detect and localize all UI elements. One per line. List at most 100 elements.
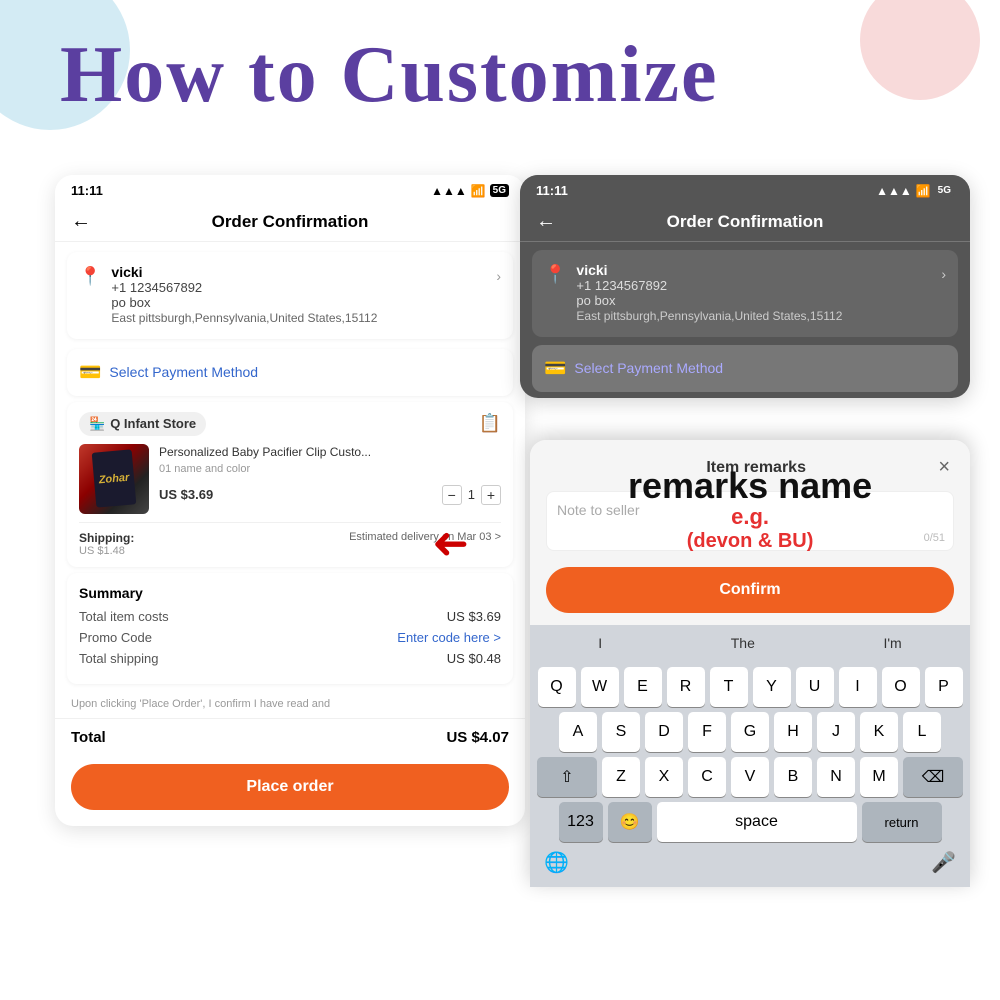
key-o[interactable]: O xyxy=(882,667,920,707)
address-box-right: po box xyxy=(576,293,931,308)
key-p[interactable]: P xyxy=(925,667,963,707)
shipping-cost: US $1.48 xyxy=(79,545,134,557)
key-v[interactable]: V xyxy=(731,757,769,797)
key-l[interactable]: L xyxy=(903,712,941,752)
promo-label: Promo Code xyxy=(79,630,152,645)
key-s[interactable]: S xyxy=(602,712,640,752)
key-backspace[interactable]: ⌫ xyxy=(903,757,963,797)
payment-section-right[interactable]: 💳 Select Payment Method xyxy=(532,345,958,392)
product-info: Personalized Baby Pacifier Clip Custo...… xyxy=(159,444,501,505)
shipping-total-label: Total shipping xyxy=(79,651,159,666)
item-costs-value: US $3.69 xyxy=(447,609,501,624)
wifi-icon: 📶 xyxy=(471,184,486,198)
red-arrow: ➜ xyxy=(432,518,469,569)
shipping-estimate: Estimated delivery on Mar 03 > xyxy=(349,531,501,557)
keyboard-row-2: A S D F G H J K L xyxy=(534,712,966,752)
key-h[interactable]: H xyxy=(774,712,812,752)
summary-section: Summary Total item costs US $3.69 Promo … xyxy=(67,573,513,684)
address-section-left[interactable]: 📍 vicki +1 1234567892 po box East pittsb… xyxy=(67,252,513,339)
promo-value[interactable]: Enter code here > xyxy=(397,630,501,645)
payment-label-right: Select Payment Method xyxy=(574,360,723,376)
keyboard-globe-row: 🌐 🎤 xyxy=(534,846,966,881)
globe-icon[interactable]: 🌐 xyxy=(544,850,569,875)
total-row: Total US $4.07 xyxy=(55,718,525,756)
5g-icon-right: 5G xyxy=(935,184,954,197)
key-c[interactable]: C xyxy=(688,757,726,797)
address-info-left: vicki +1 1234567892 po box East pittsbur… xyxy=(111,264,486,327)
page-title: How to Customize xyxy=(60,30,719,121)
nav-title-left: Order Confirmation xyxy=(91,212,489,232)
total-label: Total xyxy=(71,729,106,746)
total-value: US $4.07 xyxy=(446,729,509,746)
key-j[interactable]: J xyxy=(817,712,855,752)
address-chevron-right: › xyxy=(941,266,946,282)
address-name-right: vicki xyxy=(576,262,931,278)
suggestion-im[interactable]: I'm xyxy=(871,631,913,655)
key-w[interactable]: W xyxy=(581,667,619,707)
key-f[interactable]: F xyxy=(688,712,726,752)
microphone-icon[interactable]: 🎤 xyxy=(931,850,956,875)
time-left: 11:11 xyxy=(71,183,103,198)
bg-circle-right xyxy=(860,0,980,100)
back-button-right[interactable]: ← xyxy=(536,210,556,233)
key-y[interactable]: Y xyxy=(753,667,791,707)
key-m[interactable]: M xyxy=(860,757,898,797)
product-price: US $3.69 xyxy=(159,487,213,502)
product-img-inner: Zohar xyxy=(92,450,137,508)
payment-section-left[interactable]: 💳 Select Payment Method xyxy=(67,349,513,396)
status-icons-left: ▲▲▲ 📶 5G xyxy=(431,184,509,198)
remarks-header: Item remarks × xyxy=(530,440,970,491)
summary-shipping: Total shipping US $0.48 xyxy=(79,651,501,666)
key-space[interactable]: space xyxy=(657,802,857,842)
status-icons-right: ▲▲▲ 📶 5G xyxy=(876,184,954,198)
suggestion-the[interactable]: The xyxy=(719,631,767,655)
key-q[interactable]: Q xyxy=(538,667,576,707)
key-r[interactable]: R xyxy=(667,667,705,707)
store-header-left: 🏪 Q Infant Store 📋 xyxy=(79,412,501,436)
back-button-left[interactable]: ← xyxy=(71,210,91,233)
key-i[interactable]: I xyxy=(839,667,877,707)
phone-right: 11:11 ▲▲▲ 📶 5G ← Order Confirmation 📍 vi… xyxy=(520,175,970,398)
keyboard-row-3: ⇧ Z X C V B N M ⌫ xyxy=(534,757,966,797)
key-k[interactable]: K xyxy=(860,712,898,752)
key-x[interactable]: X xyxy=(645,757,683,797)
keyboard-row-1: Q W E R T Y U I O P xyxy=(534,667,966,707)
remarks-close-button[interactable]: × xyxy=(938,456,950,479)
key-g[interactable]: G xyxy=(731,712,769,752)
key-z[interactable]: Z xyxy=(602,757,640,797)
item-costs-label: Total item costs xyxy=(79,609,169,624)
key-b[interactable]: B xyxy=(774,757,812,797)
key-emoji[interactable]: 😊 xyxy=(608,802,652,842)
note-icon[interactable]: 📋 xyxy=(479,413,501,434)
status-bar-left: 11:11 ▲▲▲ 📶 5G xyxy=(55,175,525,202)
key-123[interactable]: 123 xyxy=(559,802,603,842)
suggestion-i[interactable]: I xyxy=(586,631,614,655)
remarks-modal: Item remarks × Note to seller 0/51 Confi… xyxy=(530,440,970,887)
qty-increase[interactable]: + xyxy=(481,485,501,505)
key-e[interactable]: E xyxy=(624,667,662,707)
store-name-left[interactable]: 🏪 Q Infant Store xyxy=(79,412,206,436)
key-a[interactable]: A xyxy=(559,712,597,752)
store-icon: 🏪 xyxy=(89,416,105,432)
address-phone-right: +1 1234567892 xyxy=(576,278,931,293)
remarks-placeholder: Note to seller xyxy=(557,502,639,518)
place-order-button[interactable]: Place order xyxy=(71,764,509,810)
signal-icon-right: ▲▲▲ xyxy=(876,184,912,198)
address-name-left: vicki xyxy=(111,264,486,280)
address-detail-left: East pittsburgh,Pennsylvania,United Stat… xyxy=(111,310,486,327)
keyboard-bottom-row: 123 😊 space return xyxy=(534,802,966,842)
key-n[interactable]: N xyxy=(817,757,855,797)
summary-title: Summary xyxy=(79,585,501,601)
address-detail-right: East pittsburgh,Pennsylvania,United Stat… xyxy=(576,308,931,325)
wifi-icon-right: 📶 xyxy=(916,184,931,198)
key-return[interactable]: return xyxy=(862,802,942,842)
key-u[interactable]: U xyxy=(796,667,834,707)
key-d[interactable]: D xyxy=(645,712,683,752)
address-section-right[interactable]: 📍 vicki +1 1234567892 po box East pittsb… xyxy=(532,250,958,337)
summary-promo[interactable]: Promo Code Enter code here > xyxy=(79,630,501,645)
confirm-button[interactable]: Confirm xyxy=(546,567,954,613)
qty-decrease[interactable]: − xyxy=(442,485,462,505)
remarks-textarea[interactable]: Note to seller 0/51 xyxy=(546,491,954,551)
key-shift[interactable]: ⇧ xyxy=(537,757,597,797)
key-t[interactable]: T xyxy=(710,667,748,707)
